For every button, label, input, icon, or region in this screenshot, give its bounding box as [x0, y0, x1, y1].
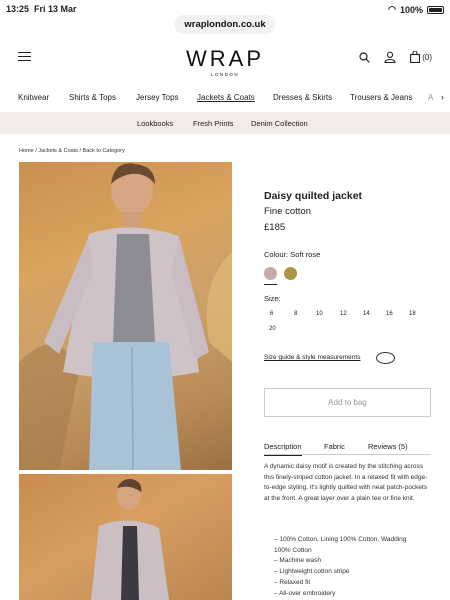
search-icon[interactable]: [359, 51, 370, 63]
site-logo[interactable]: WRAP LONDON: [186, 48, 264, 78]
size-label: Size:: [264, 294, 281, 303]
nav-jackets-coats[interactable]: Jackets & Coats: [197, 93, 255, 102]
product-subtitle: Fine cotton: [264, 206, 311, 217]
battery-icon: [427, 5, 444, 14]
nav-knitwear[interactable]: Knitwear: [18, 93, 49, 102]
chevron-right-icon[interactable]: ›: [441, 92, 444, 102]
size-option[interactable]: 18: [409, 311, 416, 317]
bag-icon: [410, 51, 421, 63]
swatch-olive[interactable]: [284, 267, 297, 280]
tab-description[interactable]: Description: [264, 442, 302, 456]
model-illustration: [19, 163, 232, 470]
size-option[interactable]: 20: [269, 326, 276, 332]
product-title: Daisy quilted jacket: [264, 190, 363, 202]
size-option[interactable]: 16: [386, 311, 393, 317]
list-item: Machine wash: [274, 556, 432, 567]
size-option[interactable]: 12: [340, 311, 347, 317]
breadcrumb[interactable]: Home / Jackets & Coats / Back to Categor…: [19, 148, 125, 154]
size-option[interactable]: 8: [294, 311, 297, 317]
size-guide-link[interactable]: Size guide & style measurements: [264, 354, 360, 361]
bag-count: (0): [422, 52, 432, 62]
nav-jersey-tops[interactable]: Jersey Tops: [136, 93, 179, 102]
nav-shirts-tops[interactable]: Shirts & Tops: [69, 93, 116, 102]
wifi-icon: ◠: [388, 4, 396, 14]
nav-dresses-skirts[interactable]: Dresses & Skirts: [273, 93, 332, 102]
subnav-lookbooks[interactable]: Lookbooks: [137, 119, 173, 128]
battery-percent: 100%: [399, 4, 423, 15]
swatch-soft-rose[interactable]: [264, 267, 277, 280]
site-header: WRAP LONDON (0): [0, 44, 450, 80]
account-icon[interactable]: [384, 51, 396, 63]
category-nav: Knitwear Shirts & Tops Jersey Tops Jacke…: [0, 91, 450, 105]
size-option[interactable]: 6: [270, 311, 273, 317]
swatch-selected-indicator: [264, 284, 277, 285]
size-option[interactable]: 10: [316, 311, 323, 317]
add-to-bag-button[interactable]: Add to bag: [264, 388, 431, 417]
bag-button[interactable]: (0): [410, 51, 432, 63]
status-time: 13:25 Fri 13 Mar: [6, 4, 77, 14]
model-illustration-2: [91, 479, 169, 600]
product-description: A dynamic daisy motif is created by the …: [264, 463, 428, 502]
product-price: £185: [264, 222, 286, 233]
size-option[interactable]: 14: [363, 311, 370, 317]
product-tabs: Description Fabric Reviews (5): [264, 442, 431, 456]
nav-truncated[interactable]: A: [428, 93, 433, 102]
list-item: Lightweight cotton stripe: [274, 567, 432, 578]
product-image-main[interactable]: [19, 162, 232, 470]
subnav-fresh-prints[interactable]: Fresh Prints: [193, 119, 233, 128]
list-item: Relaxed fit: [274, 578, 432, 589]
tab-reviews[interactable]: Reviews (5): [368, 442, 408, 451]
list-item: All-over embroidery: [274, 589, 432, 600]
url-bar[interactable]: wraplondon.co.uk: [174, 15, 276, 34]
tape-measure-icon[interactable]: [376, 352, 395, 364]
colour-label: Colour: Soft rose: [264, 250, 321, 259]
subnav-denim-collection[interactable]: Denim Collection: [251, 119, 308, 128]
list-item: 100% Cotton, Lining 100% Cotton, Wadding: [274, 535, 432, 546]
product-image-secondary[interactable]: [19, 474, 232, 600]
tab-fabric[interactable]: Fabric: [324, 442, 345, 451]
nav-trousers-jeans[interactable]: Trousers & Jeans: [350, 93, 412, 102]
sub-nav: Lookbooks Fresh Prints Denim Collection: [0, 112, 450, 134]
menu-icon[interactable]: [18, 52, 31, 61]
list-item: 100% Cotton: [274, 546, 312, 554]
feature-list: 100% Cotton, Lining 100% Cotton, Wadding…: [274, 535, 432, 599]
